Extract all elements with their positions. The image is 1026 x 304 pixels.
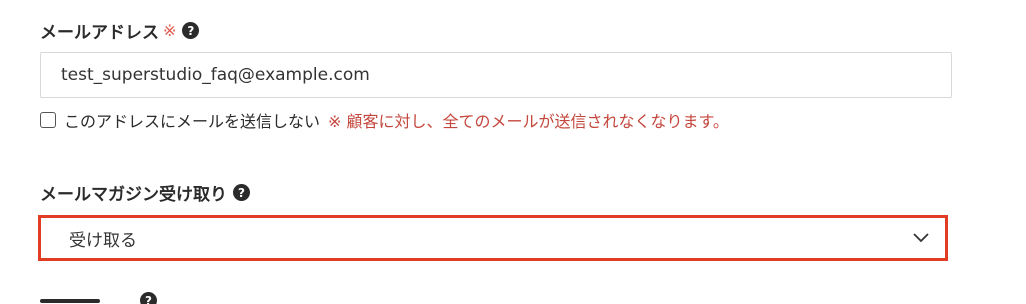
question-circle-icon[interactable]: ? [140,292,157,304]
question-circle-icon[interactable]: ? [182,22,200,39]
next-field-label-partial: ? [40,292,157,304]
question-circle-icon[interactable]: ? [233,184,250,201]
no-mail-checkbox[interactable] [40,112,56,128]
email-field-label: メールアドレス ※ ? [40,18,200,43]
magazine-field-label: メールマガジン受け取り ? [40,180,250,205]
chevron-down-icon [913,230,929,246]
email-input[interactable] [40,52,952,98]
required-mark: ※ [163,21,177,40]
no-mail-option: このアドレスにメールを送信しない ※ 顧客に対し、全てのメールが送信されなくなり… [40,108,729,132]
truncated-label-fragment [40,298,100,303]
magazine-select[interactable]: 受け取る [38,215,948,261]
no-mail-warning: ※ 顧客に対し、全てのメールが送信されなくなります。 [328,112,729,131]
email-label-text: メールアドレス [40,23,159,43]
no-mail-label[interactable]: このアドレスにメールを送信しない [64,108,320,132]
magazine-label-text: メールマガジン受け取り [40,185,227,205]
magazine-select-value: 受け取る [69,230,137,251]
customer-form: メールアドレス ※ ? このアドレスにメールを送信しない ※ 顧客に対し、全ての… [0,0,1026,304]
